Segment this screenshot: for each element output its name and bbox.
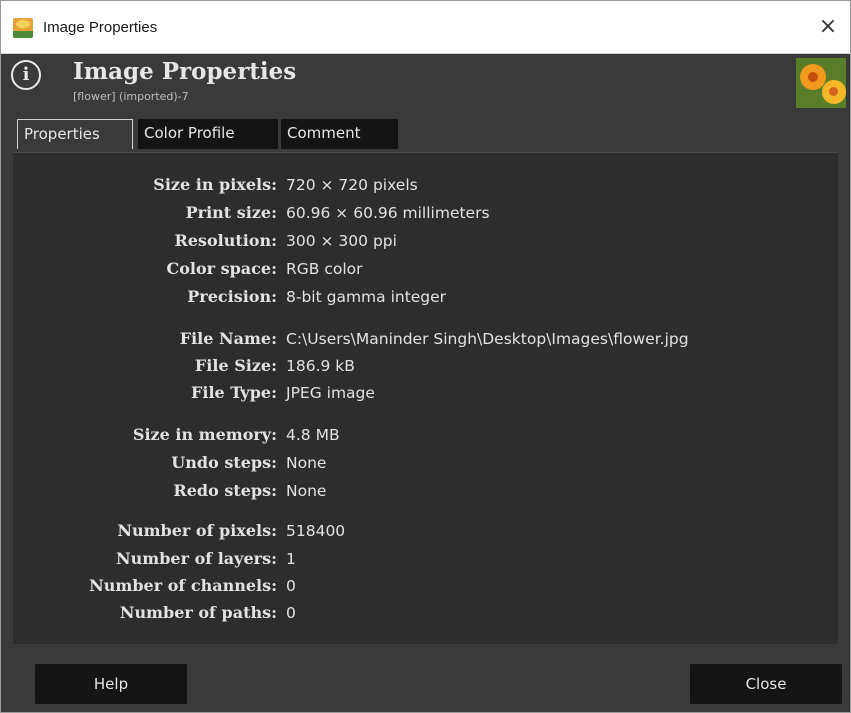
property-label: Undo steps: — [171, 453, 277, 472]
property-row: Resolution: 300 × 300 ppi — [13, 231, 838, 257]
property-row: Print size: 60.96 × 60.96 millimeters — [13, 203, 838, 229]
property-value: 4.8 MB — [286, 426, 340, 444]
dialog-heading: Image Properties — [73, 58, 297, 85]
property-row: File Name: C:\Users\Maninder Singh\Deskt… — [13, 329, 838, 355]
window-title: Image Properties — [43, 19, 158, 36]
property-label: Number of channels: — [89, 576, 277, 595]
property-value: 1 — [286, 550, 296, 568]
property-value: None — [286, 454, 327, 472]
property-row: Redo steps: None — [13, 481, 838, 507]
property-label: Redo steps: — [173, 481, 277, 500]
tab-comment[interactable]: Comment — [281, 119, 398, 149]
property-value: 300 × 300 ppi — [286, 232, 397, 250]
property-label: Precision: — [187, 287, 277, 306]
property-label: Print size: — [185, 203, 277, 222]
property-row: Undo steps: None — [13, 453, 838, 479]
property-row: Number of pixels: 518400 — [13, 521, 838, 547]
property-value: None — [286, 482, 327, 500]
property-label: Color space: — [166, 259, 277, 278]
property-value: 60.96 × 60.96 millimeters — [286, 204, 490, 222]
property-row: Precision: 8-bit gamma integer — [13, 287, 838, 313]
property-value: 0 — [286, 577, 296, 595]
property-label: Size in memory: — [132, 425, 277, 444]
property-row: File Type: JPEG image — [13, 383, 838, 409]
property-label: File Name: — [179, 329, 277, 348]
tab-properties[interactable]: Properties — [17, 119, 133, 149]
property-value: 0 — [286, 604, 296, 622]
property-value: 518400 — [286, 522, 346, 540]
property-label: Size in pixels: — [153, 175, 277, 194]
property-value: JPEG image — [286, 384, 375, 402]
title-bar: Image Properties × — [1, 1, 850, 54]
property-label: Number of pixels: — [117, 521, 277, 540]
property-row: Size in memory: 4.8 MB — [13, 425, 838, 451]
property-row: File Size: 186.9 kB — [13, 356, 838, 382]
property-value: C:\Users\Maninder Singh\Desktop\Images\f… — [286, 330, 689, 348]
property-value: RGB color — [286, 260, 363, 278]
property-label: File Size: — [194, 356, 277, 375]
image-thumbnail — [796, 58, 846, 108]
gimp-app-icon — [13, 18, 33, 38]
property-row: Number of channels: 0 — [13, 576, 838, 602]
tab-bar: Properties Color Profile Comment — [1, 111, 850, 152]
property-value: 720 × 720 pixels — [286, 176, 418, 194]
property-row: Number of paths: 0 — [13, 603, 838, 629]
property-label: File Type: — [191, 383, 277, 402]
info-icon: i — [11, 60, 41, 90]
property-row: Size in pixels: 720 × 720 pixels — [13, 175, 838, 201]
image-identifier: [flower] (imported)-7 — [73, 90, 189, 103]
image-properties-dialog: Image Properties × i Image Properties [f… — [0, 0, 851, 713]
help-button[interactable]: Help — [35, 664, 187, 704]
property-row: Color space: RGB color — [13, 259, 838, 285]
window-close-button[interactable]: × — [812, 11, 844, 43]
dialog-header: i Image Properties [flower] (imported)-7 — [1, 54, 850, 110]
property-value: 8-bit gamma integer — [286, 288, 447, 306]
property-label: Number of paths: — [119, 603, 277, 622]
close-button[interactable]: Close — [690, 664, 842, 704]
dialog-footer: Help Close — [1, 644, 850, 712]
tab-color-profile[interactable]: Color Profile — [138, 119, 278, 149]
property-label: Resolution: — [174, 231, 277, 250]
properties-panel: Size in pixels: 720 × 720 pixels Print s… — [13, 152, 838, 645]
property-label: Number of layers: — [116, 549, 277, 568]
property-value: 186.9 kB — [286, 357, 355, 375]
property-row: Number of layers: 1 — [13, 549, 838, 575]
